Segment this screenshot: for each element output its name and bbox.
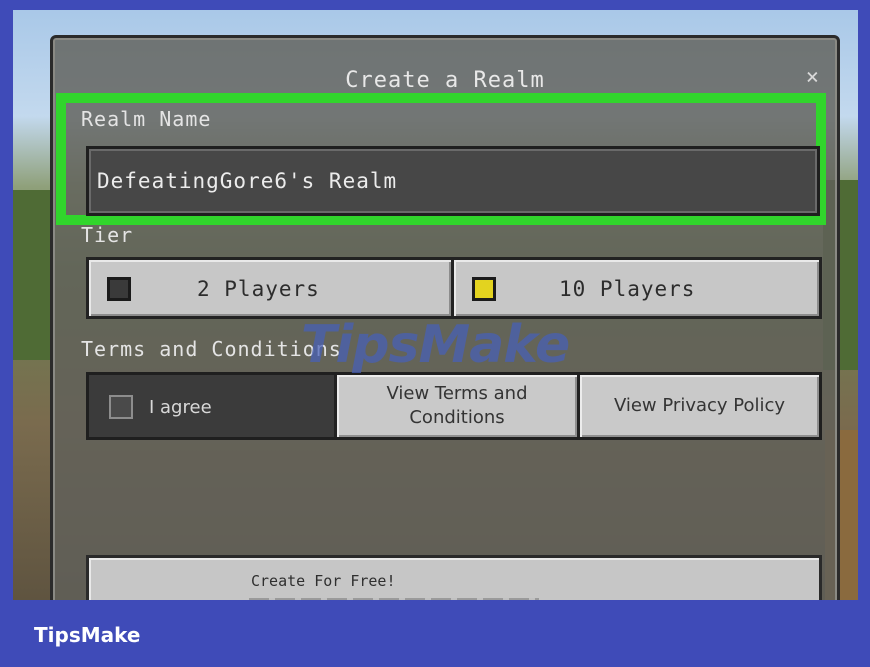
create-for-free-button[interactable]: Create For Free!	[86, 555, 822, 600]
tier-2-players-label: 2 Players	[197, 277, 320, 301]
terms-row: I agree View Terms and Conditions View P…	[86, 372, 822, 440]
create-for-free-label: Create For Free!	[251, 572, 396, 590]
tier-2-players-checkbox-icon	[107, 277, 131, 301]
tier-label: Tier	[81, 223, 134, 247]
realm-name-input[interactable]: DefeatingGore6's Realm	[86, 146, 820, 216]
background-tree	[13, 190, 53, 360]
tier-2-players-button[interactable]: 2 Players	[86, 257, 454, 319]
view-privacy-button[interactable]: View Privacy Policy	[577, 375, 819, 437]
agree-toggle[interactable]: I agree	[89, 375, 334, 437]
tier-10-players-label: 10 Players	[559, 277, 696, 301]
tier-10-players-button[interactable]: 10 Players	[451, 257, 822, 319]
tier-10-players-checkbox-icon	[472, 277, 496, 301]
view-terms-button[interactable]: View Terms and Conditions	[334, 375, 577, 437]
brand-logo: TipsMake	[34, 623, 141, 647]
agree-label: I agree	[149, 397, 212, 418]
dialog-title: Create a Realm	[345, 68, 545, 93]
close-icon[interactable]: ×	[806, 65, 819, 90]
watermark: TipsMake	[301, 315, 570, 375]
realm-name-label: Realm Name	[81, 107, 212, 131]
agree-checkbox-icon	[109, 395, 133, 419]
game-screenshot: Create a Realm × Realm Name DefeatingGor…	[13, 10, 858, 600]
